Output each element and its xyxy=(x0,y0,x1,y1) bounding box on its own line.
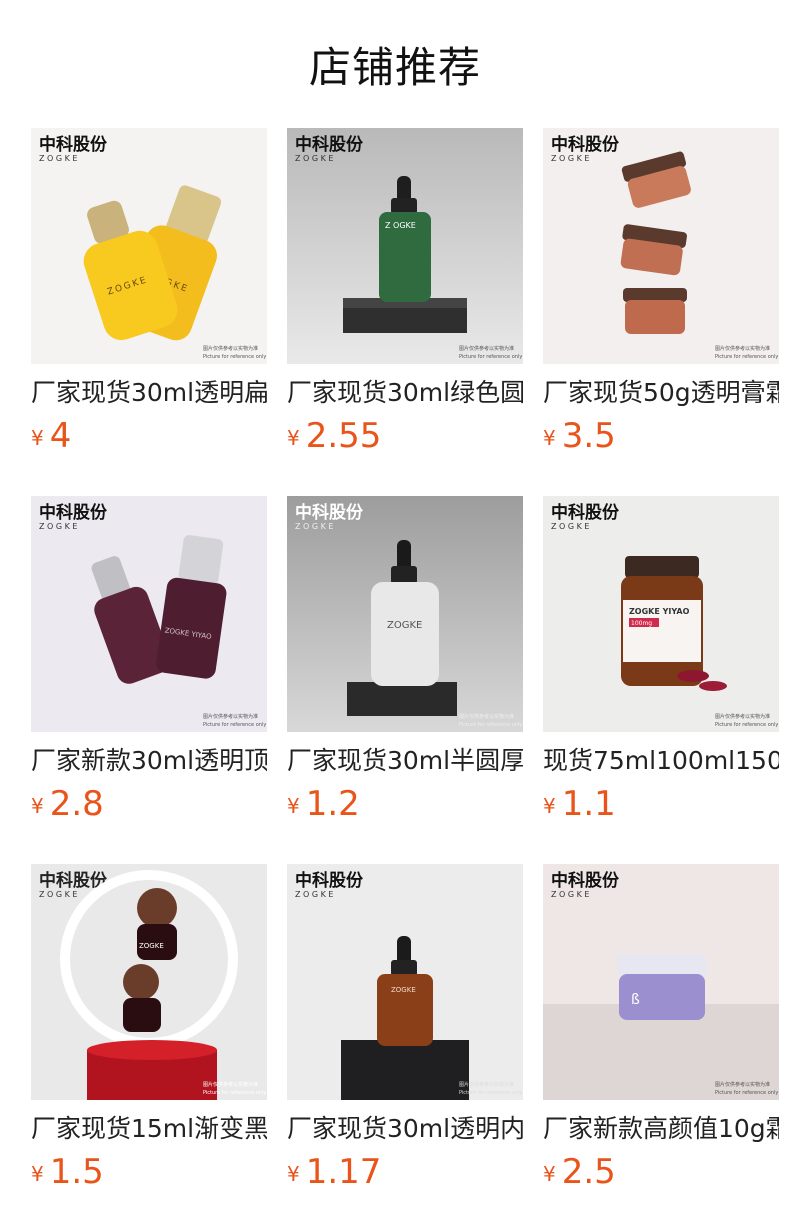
brand-logo-en: Z O G K E xyxy=(295,890,333,899)
page-title: 店铺推荐 xyxy=(308,43,481,92)
product-price: ¥1.2 xyxy=(287,784,360,824)
product-price: ¥1.17 xyxy=(287,1152,381,1192)
product-image[interactable]: 中科股份 Z O G K E ß 图片仅供参考以实物为准 Picture for… xyxy=(543,864,779,1100)
svg-text:ß: ß xyxy=(631,992,640,1008)
price-value: 2.55 xyxy=(305,416,382,456)
product-price: ¥2.5 xyxy=(543,1152,616,1192)
product-card[interactable]: 中科股份 Z O G K E ZOGKE 图片仅供参考以实物为准 Picture… xyxy=(287,496,523,826)
watermark-en: Picture for reference only xyxy=(459,1090,522,1096)
brand-logo: 中科股份 xyxy=(551,870,620,891)
currency-symbol: ¥ xyxy=(287,1162,300,1186)
watermark: 图片仅供参考以实物为准 xyxy=(459,1081,514,1088)
product-price: ¥1.5 xyxy=(31,1152,104,1192)
watermark-en: Picture for reference only xyxy=(203,1090,266,1096)
brand-logo-en: Z O G K E xyxy=(39,522,77,531)
currency-symbol: ¥ xyxy=(287,794,300,818)
brand-logo: 中科股份 xyxy=(295,870,364,891)
bottle-label: ZOGKE xyxy=(391,986,416,994)
brand-logo: 中科股份 xyxy=(551,134,620,155)
price-value: 1.1 xyxy=(561,784,616,824)
bottle-label: ZOGKE xyxy=(387,620,422,631)
product-price: ¥1.1 xyxy=(543,784,616,824)
product-name[interactable]: 厂家现货30ml半圆厚 xyxy=(287,744,523,778)
brand-logo: 中科股份 xyxy=(39,134,108,155)
watermark-en: Picture for reference only xyxy=(715,722,778,728)
product-name[interactable]: 厂家新款30ml透明顶 xyxy=(31,744,267,778)
watermark-en: Picture for reference only xyxy=(459,354,522,360)
product-name[interactable]: 厂家现货50g透明膏霜 xyxy=(543,376,779,410)
brand-logo: 中科股份 xyxy=(551,502,620,523)
bottle-label: ZOGKE xyxy=(139,942,164,950)
currency-symbol: ¥ xyxy=(287,426,300,450)
price-value: 4 xyxy=(49,416,72,456)
brand-logo-en: Z O G K E xyxy=(39,154,77,163)
price-value: 1.17 xyxy=(305,1152,382,1192)
brand-logo: 中科股份 xyxy=(39,502,108,523)
product-price: ¥2.55 xyxy=(287,416,381,456)
watermark: 图片仅供参考以实物为准 xyxy=(715,345,770,352)
product-price: ¥4 xyxy=(31,416,71,456)
product-name[interactable]: 厂家新款高颜值10g霜 xyxy=(543,1112,779,1146)
product-name[interactable]: 厂家现货30ml透明扁 xyxy=(31,376,267,410)
product-card[interactable]: 中科股份 Z O G K E ZOGKE ZOGKE 图片仅供参考以实物为准 P… xyxy=(31,128,267,458)
brand-logo-en: Z O G K E xyxy=(551,522,589,531)
currency-symbol: ¥ xyxy=(31,1162,44,1186)
product-price: ¥2.8 xyxy=(31,784,104,824)
watermark-en: Picture for reference only xyxy=(203,722,266,728)
product-image[interactable]: 中科股份 Z O G K E 图片仅供参考以实物为准 Picture for r… xyxy=(543,128,779,364)
watermark-en: Picture for reference only xyxy=(203,354,266,360)
product-name[interactable]: 现货75ml100ml150 xyxy=(543,744,779,778)
currency-symbol: ¥ xyxy=(543,426,556,450)
price-value: 1.2 xyxy=(305,784,360,824)
product-price: ¥3.5 xyxy=(543,416,616,456)
brand-logo: 中科股份 xyxy=(295,502,364,523)
brand-logo-en: Z O G K E xyxy=(551,890,589,899)
product-card[interactable]: 中科股份 Z O G K E ZOGKE YIYAO 图片仅供参考以实物为准 P… xyxy=(31,496,267,826)
product-image[interactable]: 中科股份 Z O G K E Z OGKE 图片仅供参考以实物为准 Pictur… xyxy=(287,128,523,364)
price-value: 3.5 xyxy=(561,416,616,456)
bottle-sublabel: 100mg xyxy=(631,620,652,627)
product-image[interactable]: 中科股份 Z O G K E ZOGKE 图片仅供参考以实物为准 Picture… xyxy=(287,864,523,1100)
currency-symbol: ¥ xyxy=(31,794,44,818)
watermark: 图片仅供参考以实物为准 xyxy=(715,713,770,720)
product-image[interactable]: 中科股份 Z O G K E ZOGKE 图片仅供参考以实物为准 Picture… xyxy=(287,496,523,732)
price-value: 2.5 xyxy=(561,1152,616,1192)
watermark-en: Picture for reference only xyxy=(459,722,522,728)
product-image[interactable]: 中科股份 Z O G K E ZOGKE YIYAO 100mg 图片仅供参考以… xyxy=(543,496,779,732)
product-image[interactable]: 中科股份 Z O G K E ZOGKE YIYAO 图片仅供参考以实物为准 P… xyxy=(31,496,267,732)
watermark-en: Picture for reference only xyxy=(715,1090,778,1096)
watermark: 图片仅供参考以实物为准 xyxy=(715,1081,770,1088)
currency-symbol: ¥ xyxy=(31,426,44,450)
brand-logo-en: Z O G K E xyxy=(295,522,333,531)
brand-logo-en: Z O G K E xyxy=(295,154,333,163)
product-card[interactable]: 中科股份 Z O G K E ß 图片仅供参考以实物为准 Picture for… xyxy=(543,864,779,1194)
watermark: 图片仅供参考以实物为准 xyxy=(203,713,258,720)
product-card[interactable]: 中科股份 Z O G K E ZOGKE 图片仅供参考以实物为准 Picture… xyxy=(287,864,523,1194)
product-name[interactable]: 厂家现货15ml渐变黑 xyxy=(31,1112,267,1146)
brand-logo-en: Z O G K E xyxy=(39,890,77,899)
bottle-label: Z OGKE xyxy=(385,221,416,230)
watermark: 图片仅供参考以实物为准 xyxy=(203,1081,258,1088)
product-name[interactable]: 厂家现货30ml绿色圆 xyxy=(287,376,523,410)
watermark: 图片仅供参考以实物为准 xyxy=(459,345,514,352)
product-card[interactable]: 中科股份 Z O G K E Z OGKE 图片仅供参考以实物为准 Pictur… xyxy=(287,128,523,458)
product-card[interactable]: 中科股份 Z O G K E ZOGKE YIYAO 100mg 图片仅供参考以… xyxy=(543,496,779,826)
product-card[interactable]: 中科股份 Z O G K E 图片仅供参考以实物为准 Picture for r… xyxy=(543,128,779,458)
product-image[interactable]: 中科股份 Z O G K E ZOGKE ZOGKE 图片仅供参考以实物为准 P… xyxy=(31,128,267,364)
brand-logo-en: Z O G K E xyxy=(551,154,589,163)
price-value: 2.8 xyxy=(49,784,104,824)
watermark: 图片仅供参考以实物为准 xyxy=(203,345,258,352)
brand-logo: 中科股份 xyxy=(295,134,364,155)
bottle-label: ZOGKE YIYAO xyxy=(629,607,690,616)
currency-symbol: ¥ xyxy=(543,1162,556,1186)
watermark: 图片仅供参考以实物为准 xyxy=(459,713,514,720)
currency-symbol: ¥ xyxy=(543,794,556,818)
price-value: 1.5 xyxy=(49,1152,104,1192)
product-name[interactable]: 厂家现货30ml透明内 xyxy=(287,1112,523,1146)
product-card[interactable]: 中科股份 Z O G K E ZOGKE 图片仅供参考以实物为准 Picture… xyxy=(31,864,267,1194)
product-image[interactable]: 中科股份 Z O G K E ZOGKE 图片仅供参考以实物为准 Picture… xyxy=(31,864,267,1100)
watermark-en: Picture for reference only xyxy=(715,354,778,360)
